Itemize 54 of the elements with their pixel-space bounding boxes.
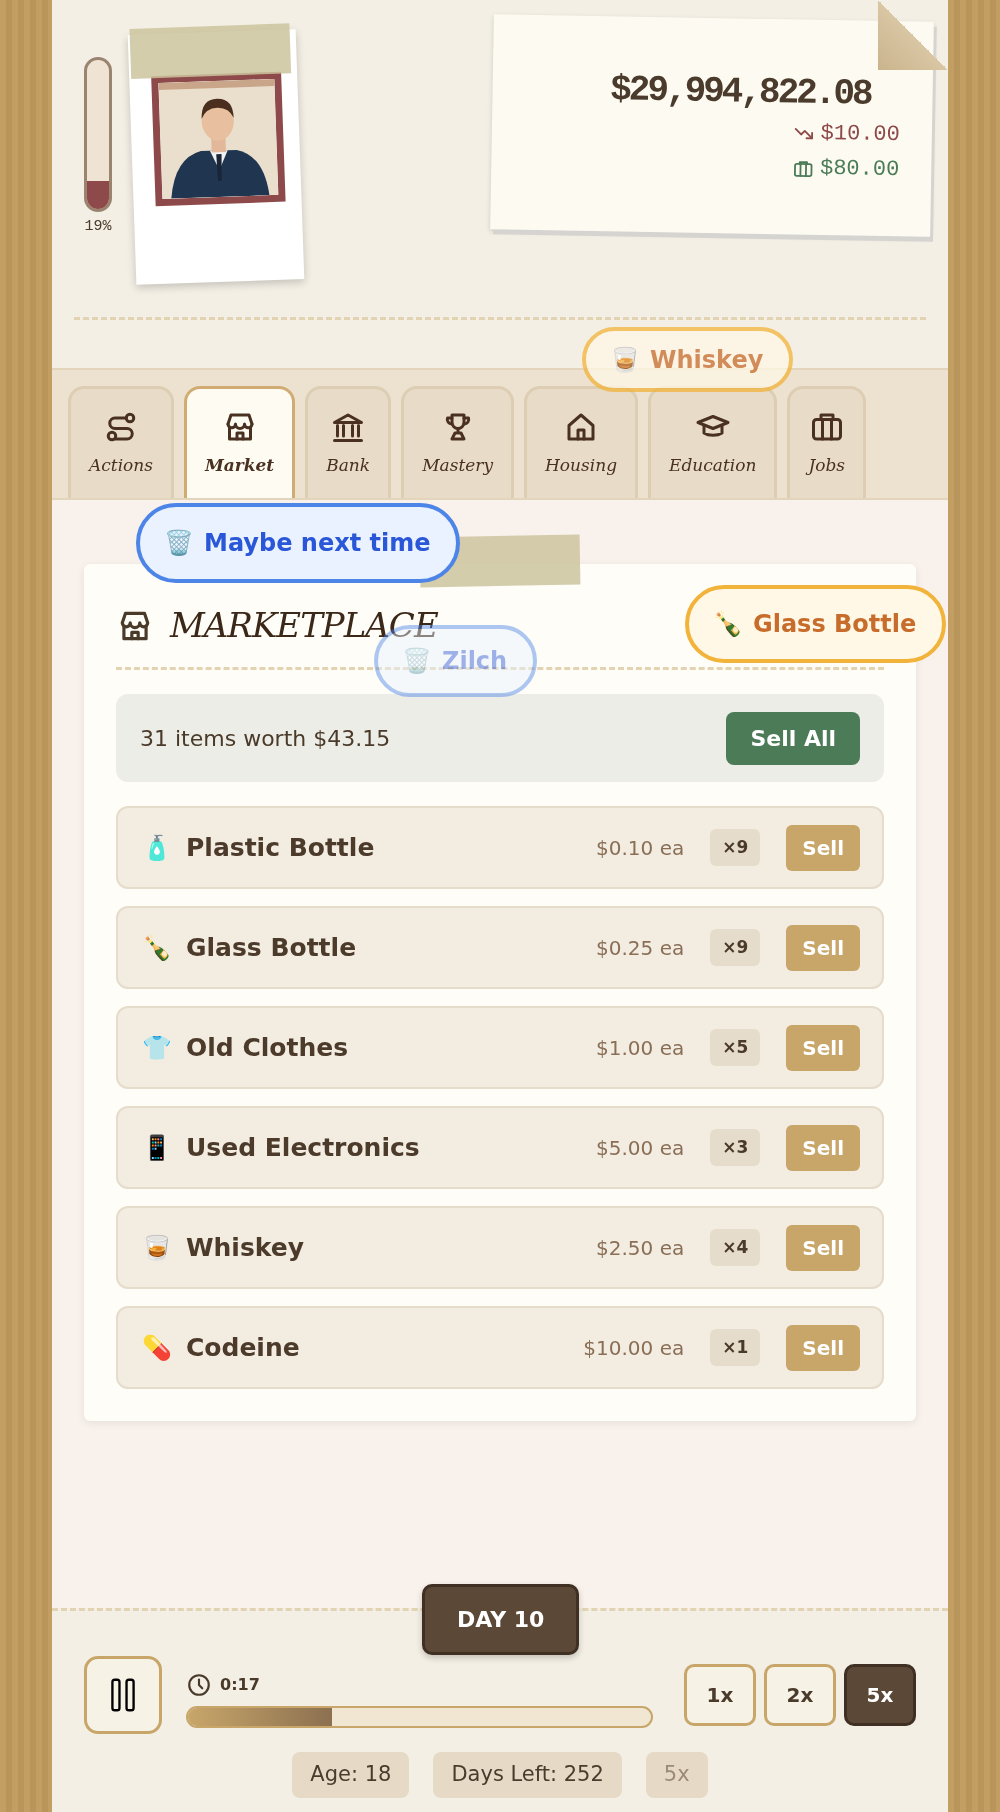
item-name: Plastic Bottle — [186, 831, 376, 864]
toast-text: Maybe next time — [204, 528, 431, 559]
toast-icon: 🍾 — [713, 606, 743, 642]
tab[interactable]: Market — [184, 386, 296, 498]
tab[interactable]: Actions — [68, 386, 174, 498]
toast-icon: 🥃 — [610, 341, 640, 378]
item-icon: 🧴 — [142, 829, 172, 866]
item-icon: 💊 — [142, 1329, 172, 1366]
item-icon: 🥃 — [142, 1229, 172, 1266]
item-price: $1.00 ea — [596, 1034, 685, 1062]
flow-amount: $10.00 — [820, 120, 901, 150]
tab[interactable]: Bank — [305, 386, 392, 498]
clock-icon — [186, 1672, 212, 1698]
item-icon: 🍾 — [142, 929, 172, 966]
item-icon: 👕 — [142, 1029, 172, 1066]
item-price: $0.10 ea — [596, 834, 685, 862]
speed-button[interactable]: 2x — [764, 1664, 836, 1726]
flow-amount: $80.00 — [819, 155, 900, 185]
item-name: Codeine — [186, 1331, 301, 1364]
quantity-badge: ×3 — [710, 1128, 761, 1167]
status-chip: Days Left: 252 — [433, 1752, 622, 1798]
quantity-badge: ×9 — [710, 828, 761, 867]
toast-text: Zilch — [442, 646, 508, 677]
status-chip: Age: 18 — [292, 1752, 410, 1798]
item-price: $2.50 ea — [596, 1234, 685, 1262]
speed-button[interactable]: 1x — [684, 1664, 756, 1726]
item-price: $10.00 ea — [583, 1334, 685, 1362]
time-label: 0:17 — [220, 1674, 260, 1696]
quantity-badge: ×1 — [710, 1328, 761, 1367]
toast-text: Glass Bottle — [753, 609, 917, 640]
item-price: $0.25 ea — [596, 934, 685, 962]
tab[interactable]: Jobs — [787, 386, 867, 498]
toast-text: Whiskey — [650, 344, 764, 376]
item-price: $5.00 ea — [596, 1134, 685, 1162]
toast-icon: 🗑 — [164, 525, 194, 561]
status-chip: 5x — [645, 1752, 708, 1798]
summary-text: 31 items worth $43.15 — [140, 724, 391, 753]
tab[interactable]: Mastery — [401, 386, 514, 498]
tab[interactable]: Housing — [524, 386, 639, 498]
quantity-badge: ×4 — [710, 1228, 761, 1267]
item-name: Used Electronics — [186, 1131, 421, 1164]
sell-all-button[interactable]: Sell All — [726, 711, 860, 765]
day-badge: DAY 10 — [422, 1584, 580, 1655]
quantity-badge: ×9 — [710, 928, 761, 967]
quantity-badge: ×5 — [710, 1028, 761, 1067]
item-name: Whiskey — [186, 1231, 306, 1264]
pause-button[interactable] — [84, 1656, 162, 1734]
item-name: Glass Bottle — [186, 931, 358, 964]
item-name: Old Clothes — [186, 1031, 350, 1064]
item-icon: 📱 — [142, 1129, 172, 1166]
balance-amount: $29,994,822.08 — [608, 68, 872, 117]
page-corner — [878, 0, 948, 70]
speed-button[interactable]: 5x — [844, 1664, 916, 1726]
meter-reading: 19% — [84, 217, 112, 237]
